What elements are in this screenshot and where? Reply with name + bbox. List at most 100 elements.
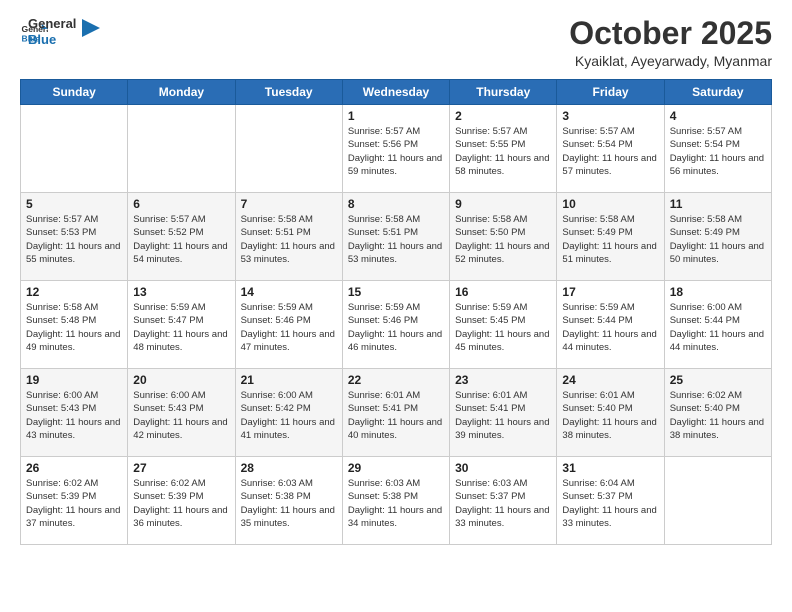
day-number: 30 (455, 461, 551, 475)
day-info: Sunrise: 5:58 AM Sunset: 5:48 PM Dayligh… (26, 301, 122, 354)
day-number: 25 (670, 373, 766, 387)
day-number: 1 (348, 109, 444, 123)
weekday-header: Monday (128, 80, 235, 105)
calendar-cell: 11Sunrise: 5:58 AM Sunset: 5:49 PM Dayli… (664, 193, 771, 281)
calendar-cell: 14 Sunrise: 5:59 AM Sunset: 5:46 PM Dayli… (235, 281, 342, 369)
day-info: Sunrise: 5:58 AM Sunset: 5:49 PM Dayligh… (562, 213, 658, 266)
day-info: Sunrise: 5:57 AM Sunset: 5:55 PM Dayligh… (455, 125, 551, 178)
calendar-cell: 16 Sunrise: 5:59 AM Sunset: 5:45 PM Dayli… (450, 281, 557, 369)
day-number: 17 (562, 285, 658, 299)
calendar-cell: 24Sunrise: 6:01 AM Sunset: 5:40 PM Dayli… (557, 369, 664, 457)
day-info: Sunrise: 6:02 AM Sunset: 5:39 PM Dayligh… (133, 477, 229, 530)
day-info: Sunrise: 5:59 AM Sunset: 5:44 PM Dayligh… (562, 301, 658, 354)
calendar-cell: 2 Sunrise: 5:57 AM Sunset: 5:55 PM Daylig… (450, 105, 557, 193)
day-number: 9 (455, 197, 551, 211)
calendar-cell: 10Sunrise: 5:58 AM Sunset: 5:49 PM Dayli… (557, 193, 664, 281)
day-number: 24 (562, 373, 658, 387)
calendar-week-row: 1Sunrise: 5:57 AM Sunset: 5:56 PM Daylig… (21, 105, 772, 193)
day-info: Sunrise: 5:57 AM Sunset: 5:54 PM Dayligh… (670, 125, 766, 178)
calendar-cell: 17 Sunrise: 5:59 AM Sunset: 5:44 PM Dayli… (557, 281, 664, 369)
calendar-week-row: 5 Sunrise: 5:57 AM Sunset: 5:53 PM Daylig… (21, 193, 772, 281)
calendar-cell: 13Sunrise: 5:59 AM Sunset: 5:47 PM Dayli… (128, 281, 235, 369)
weekday-header-row: SundayMondayTuesdayWednesdayThursdayFrid… (21, 80, 772, 105)
day-number: 31 (562, 461, 658, 475)
calendar-cell: 29 Sunrise: 6:03 AM Sunset: 5:38 PM Dayli… (342, 457, 449, 545)
day-info: Sunrise: 6:03 AM Sunset: 5:37 PM Dayligh… (455, 477, 551, 530)
calendar-cell: 22 Sunrise: 6:01 AM Sunset: 5:41 PM Dayli… (342, 369, 449, 457)
day-number: 15 (348, 285, 444, 299)
day-number: 4 (670, 109, 766, 123)
day-info: Sunrise: 5:57 AM Sunset: 5:54 PM Dayligh… (562, 125, 658, 178)
day-number: 13 (133, 285, 229, 299)
weekday-header: Tuesday (235, 80, 342, 105)
day-info: Sunrise: 5:58 AM Sunset: 5:50 PM Dayligh… (455, 213, 551, 266)
day-info: Sunrise: 6:01 AM Sunset: 5:41 PM Dayligh… (348, 389, 444, 442)
day-info: Sunrise: 6:00 AM Sunset: 5:43 PM Dayligh… (26, 389, 122, 442)
day-number: 18 (670, 285, 766, 299)
day-number: 19 (26, 373, 122, 387)
logo-general: General (28, 16, 76, 32)
calendar-cell: 23 Sunrise: 6:01 AM Sunset: 5:41 PM Dayli… (450, 369, 557, 457)
calendar-table: SundayMondayTuesdayWednesdayThursdayFrid… (20, 79, 772, 545)
day-number: 22 (348, 373, 444, 387)
day-info: Sunrise: 6:04 AM Sunset: 5:37 PM Dayligh… (562, 477, 658, 530)
calendar-cell (21, 105, 128, 193)
calendar-cell: 9 Sunrise: 5:58 AM Sunset: 5:50 PM Daylig… (450, 193, 557, 281)
month-title: October 2025 (569, 16, 772, 51)
day-number: 6 (133, 197, 229, 211)
calendar-week-row: 19 Sunrise: 6:00 AM Sunset: 5:43 PM Dayli… (21, 369, 772, 457)
day-info: Sunrise: 5:59 AM Sunset: 5:46 PM Dayligh… (241, 301, 337, 354)
calendar-cell: 6 Sunrise: 5:57 AM Sunset: 5:52 PM Daylig… (128, 193, 235, 281)
day-info: Sunrise: 6:01 AM Sunset: 5:41 PM Dayligh… (455, 389, 551, 442)
calendar-cell: 18 Sunrise: 6:00 AM Sunset: 5:44 PM Dayli… (664, 281, 771, 369)
calendar-cell: 4 Sunrise: 5:57 AM Sunset: 5:54 PM Daylig… (664, 105, 771, 193)
day-number: 12 (26, 285, 122, 299)
page-container: General Blue General Blue October 2025 K… (0, 0, 792, 555)
day-info: Sunrise: 6:02 AM Sunset: 5:40 PM Dayligh… (670, 389, 766, 442)
calendar-cell: 19 Sunrise: 6:00 AM Sunset: 5:43 PM Dayli… (21, 369, 128, 457)
calendar-cell: 26 Sunrise: 6:02 AM Sunset: 5:39 PM Dayli… (21, 457, 128, 545)
weekday-header: Saturday (664, 80, 771, 105)
day-info: Sunrise: 6:00 AM Sunset: 5:43 PM Dayligh… (133, 389, 229, 442)
calendar-cell: 28Sunrise: 6:03 AM Sunset: 5:38 PM Dayli… (235, 457, 342, 545)
day-number: 2 (455, 109, 551, 123)
title-block: October 2025 Kyaiklat, Ayeyarwady, Myanm… (569, 16, 772, 69)
day-number: 14 (241, 285, 337, 299)
day-info: Sunrise: 6:00 AM Sunset: 5:42 PM Dayligh… (241, 389, 337, 442)
day-info: Sunrise: 5:58 AM Sunset: 5:49 PM Dayligh… (670, 213, 766, 266)
day-info: Sunrise: 5:57 AM Sunset: 5:53 PM Dayligh… (26, 213, 122, 266)
weekday-header: Wednesday (342, 80, 449, 105)
day-number: 23 (455, 373, 551, 387)
day-number: 16 (455, 285, 551, 299)
location-subtitle: Kyaiklat, Ayeyarwady, Myanmar (569, 53, 772, 69)
calendar-cell (128, 105, 235, 193)
header: General Blue General Blue October 2025 K… (20, 16, 772, 69)
day-info: Sunrise: 6:00 AM Sunset: 5:44 PM Dayligh… (670, 301, 766, 354)
day-info: Sunrise: 6:03 AM Sunset: 5:38 PM Dayligh… (348, 477, 444, 530)
calendar-cell: 20Sunrise: 6:00 AM Sunset: 5:43 PM Dayli… (128, 369, 235, 457)
day-info: Sunrise: 5:57 AM Sunset: 5:52 PM Dayligh… (133, 213, 229, 266)
day-number: 21 (241, 373, 337, 387)
calendar-cell: 8Sunrise: 5:58 AM Sunset: 5:51 PM Daylig… (342, 193, 449, 281)
day-info: Sunrise: 5:59 AM Sunset: 5:45 PM Dayligh… (455, 301, 551, 354)
calendar-cell: 30 Sunrise: 6:03 AM Sunset: 5:37 PM Dayli… (450, 457, 557, 545)
logo: General Blue General Blue (20, 16, 100, 47)
calendar-cell: 15Sunrise: 5:59 AM Sunset: 5:46 PM Dayli… (342, 281, 449, 369)
calendar-week-row: 12 Sunrise: 5:58 AM Sunset: 5:48 PM Dayli… (21, 281, 772, 369)
logo-blue: Blue (28, 32, 76, 48)
calendar-cell: 1Sunrise: 5:57 AM Sunset: 5:56 PM Daylig… (342, 105, 449, 193)
day-number: 8 (348, 197, 444, 211)
weekday-header: Sunday (21, 80, 128, 105)
calendar-body: 1Sunrise: 5:57 AM Sunset: 5:56 PM Daylig… (21, 105, 772, 545)
logo-arrow-icon (82, 19, 100, 37)
day-number: 5 (26, 197, 122, 211)
day-info: Sunrise: 6:02 AM Sunset: 5:39 PM Dayligh… (26, 477, 122, 530)
calendar-cell (664, 457, 771, 545)
calendar-cell: 27Sunrise: 6:02 AM Sunset: 5:39 PM Dayli… (128, 457, 235, 545)
day-number: 29 (348, 461, 444, 475)
calendar-cell: 3Sunrise: 5:57 AM Sunset: 5:54 PM Daylig… (557, 105, 664, 193)
day-number: 28 (241, 461, 337, 475)
weekday-header: Thursday (450, 80, 557, 105)
weekday-header: Friday (557, 80, 664, 105)
day-number: 26 (26, 461, 122, 475)
